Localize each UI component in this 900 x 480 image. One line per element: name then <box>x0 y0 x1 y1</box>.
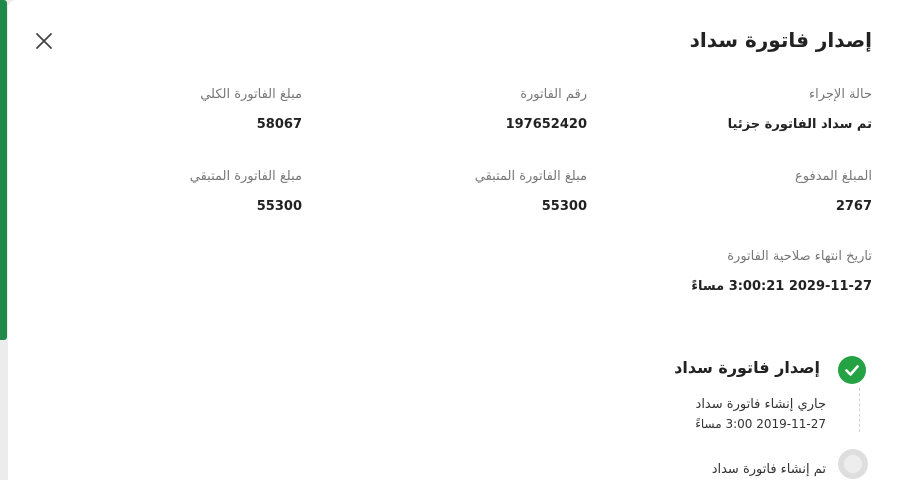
field-status-label: حالة الإجراء <box>808 87 872 102</box>
field-invoice-number-label: رقم الفاتورة <box>520 87 587 102</box>
close-icon[interactable] <box>33 30 55 52</box>
field-total-amount: مبلغ الفاتورة الكلي 58067 <box>22 86 302 134</box>
field-invoice-number: رقم الفاتورة 197652420 <box>307 86 587 134</box>
field-status: حالة الإجراء تم سداد الفاتورة جزئيا <box>592 86 872 134</box>
field-expiry-date-label: تاريخ انتهاء صلاحية الفاتورة <box>727 249 872 264</box>
timeline-step-text-pending: تم إنشاء فاتورة سداد <box>711 462 826 477</box>
timeline-step-date: 2019-11-27 3:00 مساءً <box>695 417 826 431</box>
field-remaining-amount-label: مبلغ الفاتورة المتبقي <box>474 169 587 184</box>
field-paid-amount-label: المبلغ المدفوع <box>795 169 872 184</box>
field-expiry-date-value: 2029-11-27 3:00:21 مساءً <box>691 279 872 294</box>
field-remaining-amount-secondary-value: 55300 <box>256 199 302 214</box>
field-status-value: تم سداد الفاتورة جزئيا <box>727 117 872 132</box>
field-paid-amount-value: 2767 <box>835 199 872 214</box>
accent-bar <box>0 0 7 340</box>
field-expiry-date: تاريخ انتهاء صلاحية الفاتورة 2029-11-27 … <box>592 248 872 296</box>
check-circle-icon <box>838 356 866 384</box>
field-remaining-amount-secondary: مبلغ الفاتورة المتبقي 55300 <box>22 168 302 216</box>
field-remaining-amount-secondary-label: مبلغ الفاتورة المتبقي <box>189 169 302 184</box>
field-invoice-number-value: 197652420 <box>505 117 587 132</box>
timeline-step-text: جاري إنشاء فاتورة سداد <box>695 397 826 412</box>
field-paid-amount: المبلغ المدفوع 2767 <box>592 168 872 216</box>
field-total-amount-value: 58067 <box>256 117 302 132</box>
timeline-connector <box>859 388 860 432</box>
pending-circle-icon <box>838 449 868 479</box>
invoice-panel: إصدار فاتورة سداد حالة الإجراء تم سداد ا… <box>8 0 900 480</box>
field-remaining-amount: مبلغ الفاتورة المتبقي 55300 <box>307 168 587 216</box>
pending-circle-inner <box>844 455 862 473</box>
timeline-title: إصدار فاتورة سداد <box>674 358 820 377</box>
field-remaining-amount-value: 55300 <box>541 199 587 214</box>
page-title: إصدار فاتورة سداد <box>689 28 872 52</box>
field-total-amount-label: مبلغ الفاتورة الكلي <box>200 87 302 102</box>
